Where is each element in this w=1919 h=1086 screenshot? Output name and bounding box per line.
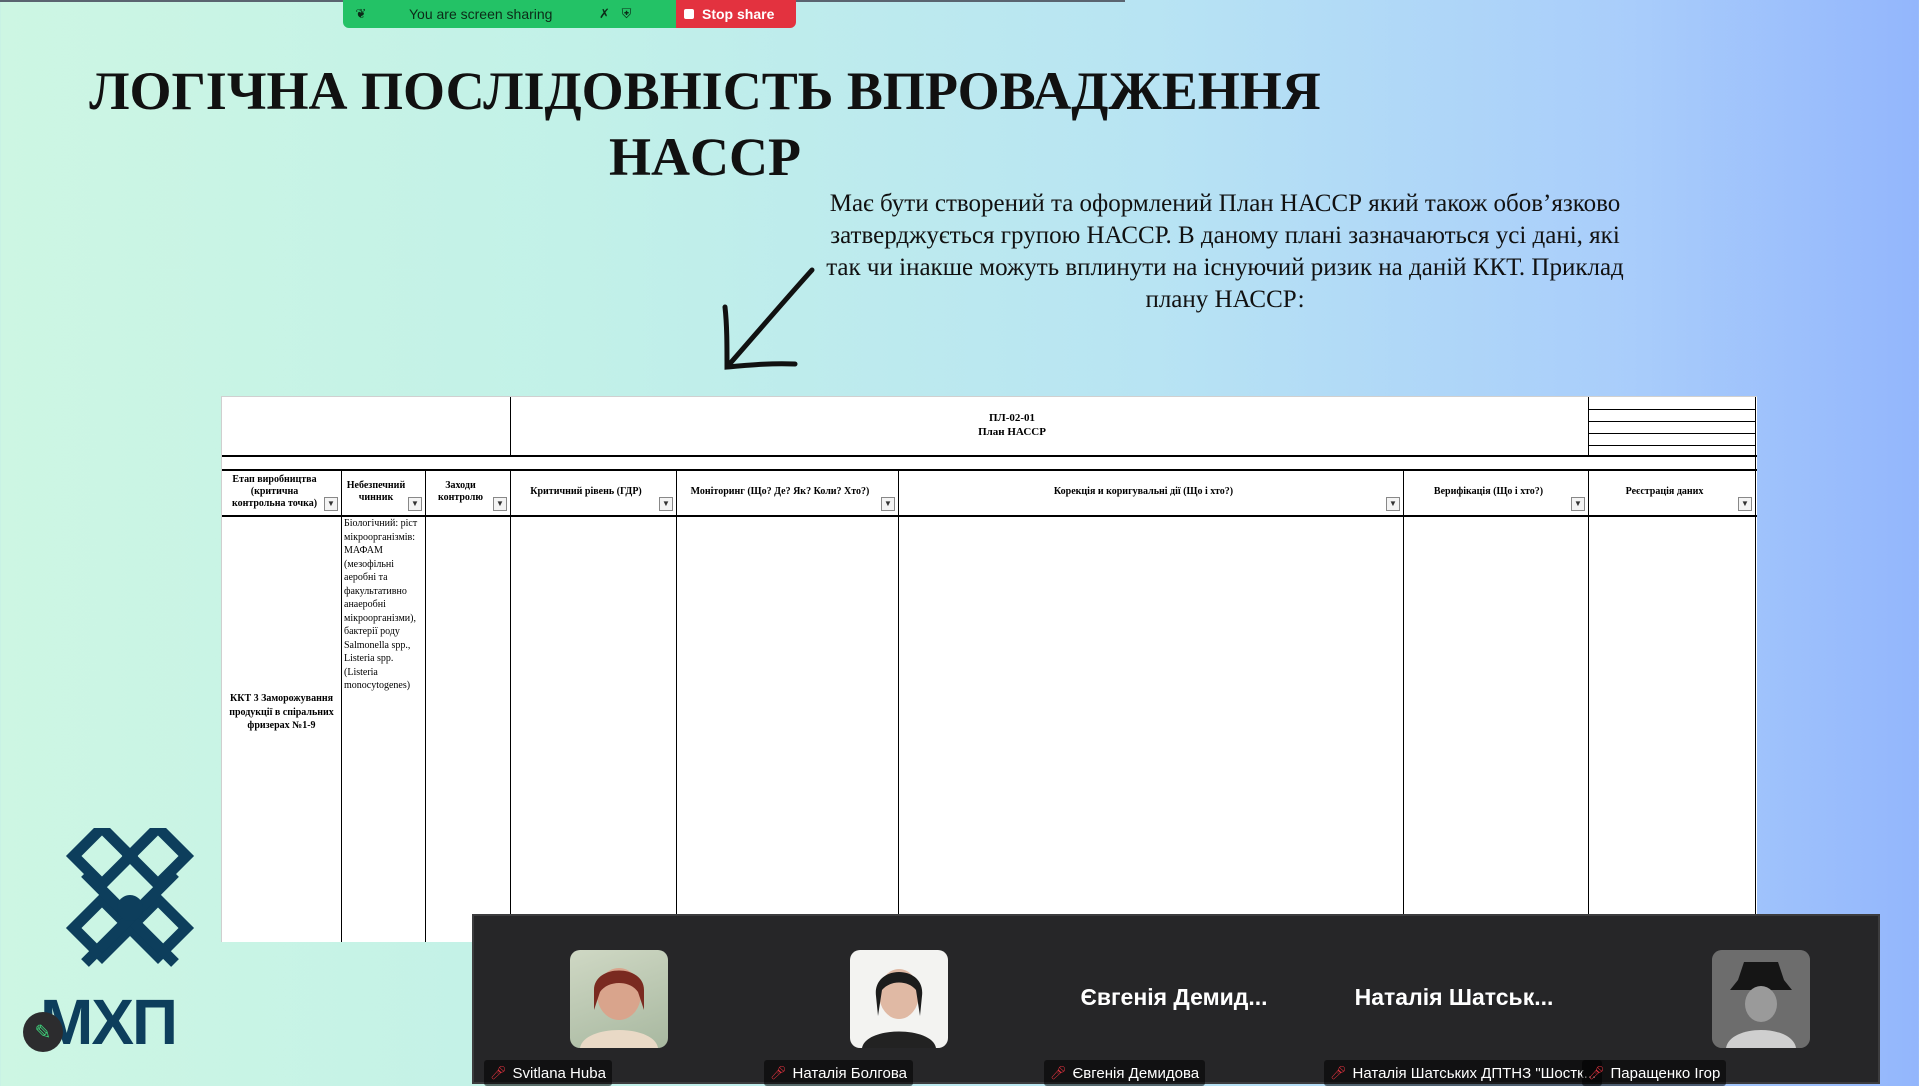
screen-share-bar: ❦ You are screen sharing ✗ ⛨ Stop share [343,0,796,28]
arrow-icon [722,267,815,370]
participant-display-name: Наталія Шатськ... [1354,984,1554,1010]
mhp-windmill-logo [65,828,195,967]
participant-tile[interactable]: 🎤︎ Паращенко Ігор [1582,916,1874,1086]
filter-dropdown-icon[interactable]: ▼ [1738,497,1752,511]
filter-dropdown-icon[interactable]: ▼ [493,497,507,511]
avatar [850,950,948,1048]
filter-dropdown-icon[interactable]: ▼ [1571,497,1585,511]
col-correction: Корекція и коригувальні дії (Що і хто?) [1053,486,1234,497]
filter-dropdown-icon[interactable]: ▼ [324,497,338,511]
slide-title-line1: ЛОГІЧНА ПОСЛІДОВНІСТЬ ВПРОВАДЖЕННЯ [89,61,1321,121]
participant-name-label: 🎤︎ Наталія Болгова [764,1060,914,1086]
plan-name: План НАССР [978,426,1046,438]
share-status[interactable]: ❦ You are screen sharing ✗ ⛨ [343,0,676,28]
participant-name-label: 🎤︎ Євгенія Демидова [1044,1060,1206,1086]
participant-tile[interactable]: Наталія Шатськ... 🎤︎ Наталія Шатських ДПТ… [1314,916,1603,1086]
row-stage-cell: ККТ 3 Заморожування продукції в спіральн… [229,693,334,731]
filter-dropdown-icon[interactable]: ▼ [408,497,422,511]
participant-tile[interactable]: 🎤︎ Наталія Болгова [754,916,1034,1086]
stop-share-button[interactable]: Stop share [676,0,796,28]
avatar [1712,950,1810,1048]
participant-tile[interactable]: 🎤︎ Svitlana Huba [474,916,754,1086]
haccp-plan-table: ПЛ-02-01 План НАССР Етап виробництва (кр… [221,396,1757,942]
slide-title: ЛОГІЧНА ПОСЛІДОВНІСТЬ ВПРОВАДЖЕННЯ HACCP [80,58,1330,190]
stop-share-label: Stop share [702,6,775,22]
filter-dropdown-icon[interactable]: ▼ [881,497,895,511]
participant-name-label: 🎤︎ Наталія Шатських ДПТНЗ "Шостк... [1324,1060,1603,1086]
plan-code: ПЛ-02-01 [988,412,1036,424]
participant-name-label: 🎤︎ Паращенко Ігор [1582,1060,1727,1086]
avatar [570,950,668,1048]
participant-display-name: Євгенія Демид... [1080,984,1268,1010]
col-monitoring: Моніторинг (Що? Де? Як? Коли? Хто?) [690,486,870,497]
stop-icon [684,9,694,19]
participants-strip: 🎤︎ Svitlana Huba 🎤︎ Наталія Болгова Євгені… [472,914,1880,1086]
shield-icon[interactable]: ⛨ [618,6,634,22]
participant-tile[interactable]: Євгенія Демид... 🎤︎ Євгенія Демидова [1034,916,1314,1086]
mic-muted-icon[interactable]: ✗ [596,6,612,22]
row-hazard-cell: Біологічний: ріст мікроорганізмів: МАФАМ… [344,518,418,691]
participant-name-label: 🎤︎ Svitlana Huba [484,1060,612,1086]
leaf-icon: ❦ [355,6,367,21]
plan-header: ПЛ-02-01 План НАССР [512,411,1512,439]
col-verification: Верифікація (Що і хто?) [1433,486,1544,497]
filter-dropdown-icon[interactable]: ▼ [659,497,673,511]
slide-title-line2: HACCP [609,127,801,187]
slide-description: Має бути створений та оформлений План НА… [826,190,1624,313]
col-critical-limit: Критичний рівень (ГДР) [530,486,642,497]
share-status-text: You are screen sharing [409,6,553,22]
filter-dropdown-icon[interactable]: ▼ [1386,497,1400,511]
annotate-pencil-button[interactable]: ✎ [23,1012,63,1052]
col-records: Реєстрація даних [1625,486,1704,497]
